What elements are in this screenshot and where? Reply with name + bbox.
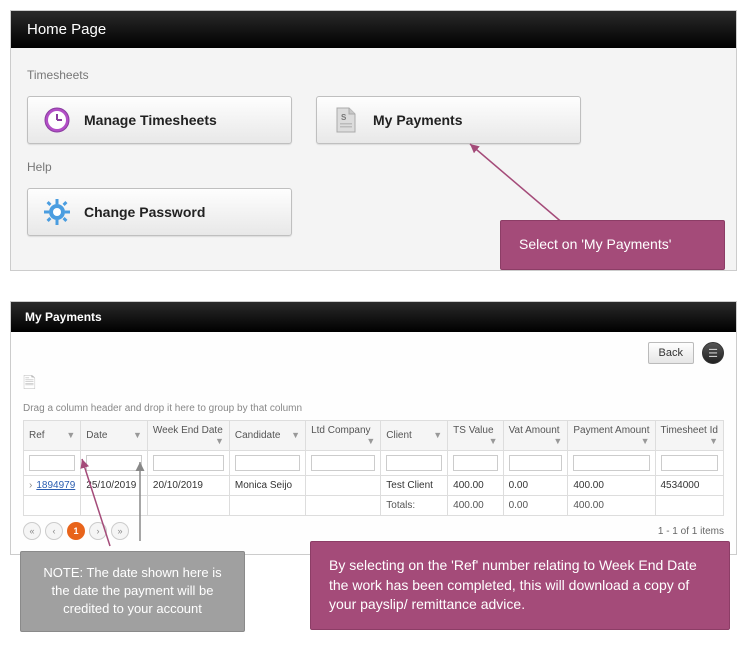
my-payments-title: My Payments <box>11 302 736 332</box>
table-header-row: Ref▼ Date▼ Week End Date▼ Candidate▼ Ltd… <box>24 421 724 451</box>
filter-icon[interactable]: ▼ <box>291 430 300 440</box>
filter-ltd[interactable] <box>311 455 375 471</box>
col-client[interactable]: Client▼ <box>381 421 448 451</box>
col-candidate[interactable]: Candidate▼ <box>229 421 305 451</box>
filter-tsvalue[interactable] <box>453 455 497 471</box>
filter-icon[interactable]: ▼ <box>489 436 498 446</box>
table-row: › 1894979 25/10/2019 20/10/2019 Monica Se… <box>24 476 724 496</box>
pager-status: 1 - 1 of 1 items <box>658 526 724 537</box>
change-password-label: Change Password <box>84 204 205 220</box>
filter-ref[interactable] <box>29 455 75 471</box>
callout-select-mypayments: Select on 'My Payments' <box>500 220 725 270</box>
cell-vat: 0.00 <box>503 476 568 496</box>
cell-tsid: 4534000 <box>655 476 724 496</box>
manage-timesheets-label: Manage Timesheets <box>84 112 217 128</box>
export-icon[interactable]: 🗎 <box>23 372 724 399</box>
cell-payment: 400.00 <box>568 476 655 496</box>
callout-date-note: NOTE: The date shown here is the date th… <box>20 551 245 632</box>
clock-icon <box>42 105 72 135</box>
filter-vat[interactable] <box>509 455 563 471</box>
back-button[interactable]: Back <box>648 342 694 364</box>
document-s-icon: S <box>331 105 361 135</box>
section-help-label: Help <box>27 160 720 174</box>
filter-icon[interactable]: ▼ <box>433 430 442 440</box>
pager-prev[interactable]: ‹ <box>45 522 63 540</box>
col-vat[interactable]: Vat Amount▼ <box>503 421 568 451</box>
pager-first[interactable]: « <box>23 522 41 540</box>
home-panel-title: Home Page <box>11 11 736 48</box>
totals-tsvalue: 400.00 <box>448 496 503 516</box>
cell-weekend: 20/10/2019 <box>147 476 229 496</box>
pager-last[interactable]: » <box>111 522 129 540</box>
cell-candidate: Monica Seijo <box>229 476 305 496</box>
manage-timesheets-button[interactable]: Manage Timesheets <box>27 96 292 144</box>
filter-weekend[interactable] <box>153 455 224 471</box>
col-ltd[interactable]: Ltd Company▼ <box>306 421 381 451</box>
totals-vat: 0.00 <box>503 496 568 516</box>
filter-candidate[interactable] <box>235 455 300 471</box>
payments-table: Ref▼ Date▼ Week End Date▼ Candidate▼ Ltd… <box>23 420 724 516</box>
expand-icon[interactable]: › <box>29 480 32 491</box>
filter-icon[interactable]: ▼ <box>66 430 75 440</box>
gear-icon <box>42 197 72 227</box>
section-timesheets-label: Timesheets <box>27 68 720 82</box>
filter-icon[interactable]: ▼ <box>133 430 142 440</box>
svg-text:S: S <box>341 113 347 122</box>
col-weekend[interactable]: Week End Date▼ <box>147 421 229 451</box>
my-payments-panel: My Payments Back ☰ 🗎 Drag a column heade… <box>10 301 737 555</box>
my-payments-label: My Payments <box>373 112 462 128</box>
filter-tsid[interactable] <box>661 455 719 471</box>
settings-circle-icon[interactable]: ☰ <box>702 342 724 364</box>
filter-icon[interactable]: ▼ <box>641 436 650 446</box>
filter-row <box>24 451 724 476</box>
cell-date: 25/10/2019 <box>81 476 148 496</box>
callout-ref-explain: By selecting on the 'Ref' number relatin… <box>310 541 730 630</box>
my-payments-button[interactable]: S My Payments <box>316 96 581 144</box>
cell-client: Test Client <box>381 476 448 496</box>
filter-icon[interactable]: ▼ <box>366 436 375 446</box>
filter-payment[interactable] <box>573 455 649 471</box>
filter-client[interactable] <box>386 455 442 471</box>
col-tsvalue[interactable]: TS Value▼ <box>448 421 503 451</box>
filter-icon[interactable]: ▼ <box>215 436 224 446</box>
totals-payment: 400.00 <box>568 496 655 516</box>
col-payment[interactable]: Payment Amount▼ <box>568 421 655 451</box>
ref-link[interactable]: 1894979 <box>36 480 75 491</box>
totals-row: Totals: 400.00 0.00 400.00 <box>24 496 724 516</box>
pager-current[interactable]: 1 <box>67 522 85 540</box>
cell-tsvalue: 400.00 <box>448 476 503 496</box>
col-ref[interactable]: Ref▼ <box>24 421 81 451</box>
group-by-hint: Drag a column header and drop it here to… <box>23 403 724 414</box>
pager-next[interactable]: › <box>89 522 107 540</box>
filter-date[interactable] <box>86 455 142 471</box>
col-date[interactable]: Date▼ <box>81 421 148 451</box>
cell-ltd <box>306 476 381 496</box>
change-password-button[interactable]: Change Password <box>27 188 292 236</box>
filter-icon[interactable]: ▼ <box>553 436 562 446</box>
col-tsid[interactable]: Timesheet Id▼ <box>655 421 724 451</box>
totals-label: Totals: <box>381 496 448 516</box>
filter-icon[interactable]: ▼ <box>709 436 718 446</box>
pager: « ‹ 1 › » 1 - 1 of 1 items <box>23 522 724 540</box>
